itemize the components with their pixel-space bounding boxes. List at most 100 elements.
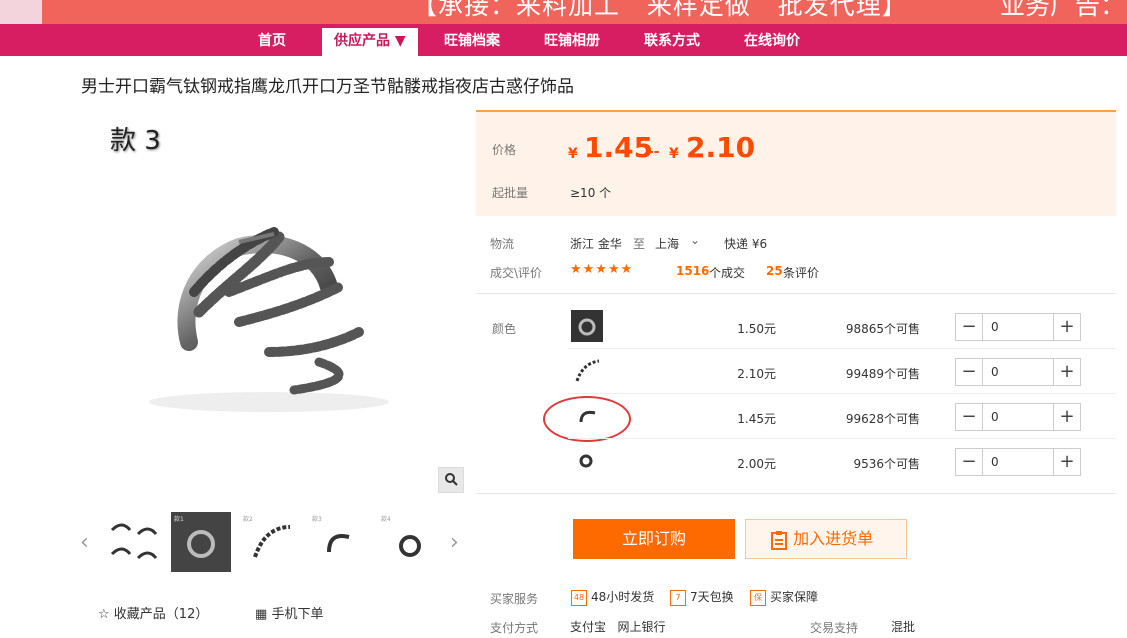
increment-button[interactable]: + — [1053, 404, 1080, 430]
add-to-cart-label: 加入进货单 — [793, 529, 874, 548]
thumb-label: 款3 — [312, 515, 322, 523]
shipping-fee: 快递 ¥6 — [724, 237, 768, 251]
service-text: 48小时发货 — [591, 590, 655, 604]
qr-code-icon: ▦ — [255, 607, 268, 622]
sku-stock: 99489个可售 — [845, 367, 920, 381]
service-7day: 7 7天包换 — [670, 588, 734, 606]
ship-from: 浙江 金华 — [570, 237, 622, 251]
service-48h: 48 48小时发货 — [571, 588, 654, 606]
currency-symbol: ¥ — [568, 146, 578, 162]
deals-suffix: 个成交 — [709, 266, 746, 280]
chevron-down-icon[interactable]: ⌄ — [690, 233, 700, 247]
thumb-prev-icon[interactable]: ‹ — [80, 530, 89, 555]
currency-symbol-2: ¥ — [669, 146, 679, 162]
row-divider — [568, 438, 1116, 439]
image-overlay-label: 款 3 — [110, 126, 161, 156]
payment-methods: 支付宝 网上银行 — [570, 620, 666, 634]
service-text: 买家保障 — [770, 590, 819, 604]
quantity-input[interactable]: 0 — [991, 449, 999, 475]
decrement-button[interactable]: − — [956, 359, 983, 385]
top-banner: 【承接：来料加工 来样定做 批发代理】 业务广告： — [0, 0, 1127, 24]
service-guarantee: 保买家保障 — [750, 588, 818, 606]
product-title: 男士开口霸气钛钢戒指鹰龙爪开口万圣节骷髅戒指夜店古惑仔饰品 — [81, 77, 574, 97]
order-now-button[interactable]: 立即订购 — [573, 519, 735, 559]
deals-count[interactable]: 1516 — [676, 264, 709, 278]
divider — [476, 293, 1116, 294]
nav-archive[interactable]: 旺铺档案 — [444, 24, 500, 56]
color-label: 颜色 — [492, 322, 517, 336]
sku-price: 1.45元 — [737, 412, 776, 426]
quantity-input[interactable]: 0 — [991, 404, 999, 430]
favorite-button[interactable]: ☆ 收藏产品（12） — [98, 603, 208, 622]
logistics-label: 物流 — [490, 237, 515, 251]
sku-stock: 9536个可售 — [853, 457, 920, 471]
48h-icon: 48 — [571, 589, 587, 606]
sku-price: 1.50元 — [737, 322, 776, 336]
increment-button[interactable]: + — [1053, 314, 1080, 340]
thumb-label: 款1 — [174, 515, 184, 523]
increment-button[interactable]: + — [1053, 359, 1080, 385]
thumbnail-3[interactable]: 款2 — [240, 512, 300, 572]
shop-nav: 首页 供应产品 ▼ 旺铺档案 旺铺相册 联系方式 在线询价 — [0, 24, 1127, 56]
mobile-label: 手机下单 — [271, 607, 324, 622]
nav-products[interactable]: 供应产品 ▼ — [322, 28, 418, 56]
thumbnail-5[interactable]: 款4 — [378, 512, 438, 572]
rating-stars-icon: ★★★★★ — [570, 262, 634, 277]
decrement-button[interactable]: − — [956, 404, 983, 430]
banner-text: 【承接：来料加工 来样定做 批发代理】 — [412, 0, 908, 20]
zoom-button[interactable] — [438, 467, 464, 493]
sku-thumb-4[interactable] — [571, 445, 603, 477]
sku-thumb-2[interactable] — [571, 355, 603, 387]
banner-left-strip — [0, 0, 42, 24]
price-high: 2.10 — [686, 131, 756, 164]
nav-home[interactable]: 首页 — [258, 24, 286, 56]
thumb-next-icon[interactable]: › — [450, 530, 459, 555]
thumbnail-strip: ‹ 款1 款2 款3 款4 › — [78, 510, 468, 574]
moq-value: ≥10 个 — [570, 186, 612, 200]
sku-stock: 98865个可售 — [845, 322, 920, 336]
quantity-stepper: − 0 + — [955, 313, 1081, 341]
nav-contact[interactable]: 联系方式 — [644, 24, 700, 56]
banner-text-right: 业务广告： — [1000, 0, 1126, 20]
price-label: 价格 — [492, 143, 517, 157]
main-product-image[interactable] — [79, 112, 463, 494]
ship-to-select[interactable]: 上海 — [655, 235, 679, 252]
shield-icon: 保 — [750, 589, 766, 606]
clipboard-icon — [770, 529, 793, 550]
services-label: 买家服务 — [490, 592, 539, 606]
quantity-stepper: − 0 + — [955, 448, 1081, 476]
add-to-cart-button[interactable]: 加入进货单 — [745, 519, 907, 559]
quantity-stepper: − 0 + — [955, 403, 1081, 431]
review-count[interactable]: 25 — [766, 264, 783, 278]
thumbnail-4[interactable]: 款3 — [309, 512, 369, 572]
price-separator: -- — [648, 144, 660, 160]
ship-to-word: 至 — [633, 237, 646, 251]
sku-stock: 99628个可售 — [845, 412, 920, 426]
thumb-label: 款4 — [381, 515, 391, 523]
row-divider — [568, 393, 1116, 394]
decrement-button[interactable]: − — [956, 314, 983, 340]
thumbnail-2[interactable]: 款1 — [171, 512, 231, 572]
sku-price: 2.00元 — [737, 457, 776, 471]
thumbnail-1[interactable] — [102, 512, 162, 572]
row-divider — [568, 348, 1116, 349]
quantity-input[interactable]: 0 — [991, 314, 999, 340]
increment-button[interactable]: + — [1053, 449, 1080, 475]
divider — [476, 493, 1116, 494]
decrement-button[interactable]: − — [956, 449, 983, 475]
service-text: 7天包换 — [690, 590, 734, 604]
star-outline-icon: ☆ — [98, 607, 110, 622]
price-low: 1.45 — [584, 131, 654, 164]
favorite-label: 收藏产品（12） — [113, 607, 209, 622]
sku-thumb-1[interactable] — [571, 310, 603, 342]
moq-label: 起批量 — [492, 186, 529, 200]
nav-inquiry[interactable]: 在线询价 — [744, 24, 800, 56]
trade-label: 交易支持 — [810, 621, 859, 635]
highlight-circle — [543, 396, 631, 442]
payment-label: 支付方式 — [490, 621, 539, 635]
reviews-label: 成交\评价 — [490, 266, 543, 280]
nav-album[interactable]: 旺铺相册 — [544, 24, 600, 56]
mobile-order-button[interactable]: ▦ 手机下单 — [255, 603, 323, 622]
7day-icon: 7 — [670, 589, 686, 606]
quantity-input[interactable]: 0 — [991, 359, 999, 385]
